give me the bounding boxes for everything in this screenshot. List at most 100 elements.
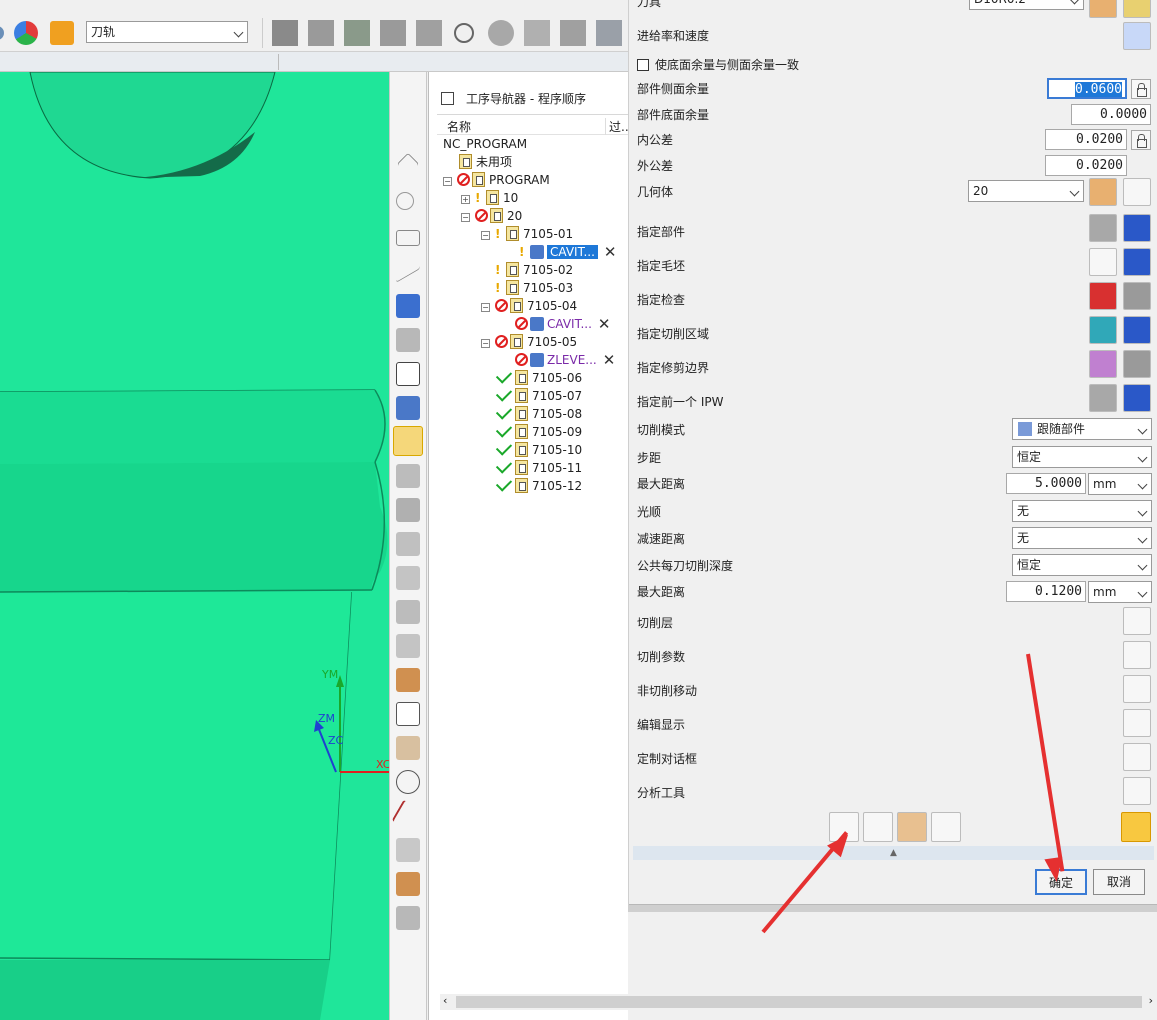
decel-select[interactable]: 无 <box>1012 527 1152 549</box>
max-distance-unit-select[interactable]: mm <box>1088 473 1152 495</box>
cutter-icon[interactable] <box>396 838 420 862</box>
layers-settings-icon[interactable] <box>272 20 298 46</box>
add-shape-icon[interactable] <box>380 20 406 46</box>
dialog-resize-grip[interactable] <box>629 904 1157 912</box>
tree-node-program[interactable]: − PROGRAM <box>443 171 550 189</box>
custom-dialog-icon[interactable] <box>1123 743 1151 771</box>
intol-input[interactable]: 0.0200 <box>1045 129 1127 150</box>
process-icon[interactable] <box>396 600 420 624</box>
verify-icon[interactable] <box>396 668 420 692</box>
list-toolpath-button[interactable] <box>931 812 961 842</box>
path-display-select[interactable]: 刀轨 <box>86 21 248 43</box>
scroll-right-icon[interactable]: › <box>1149 994 1153 1007</box>
rectangle-icon[interactable] <box>396 230 420 246</box>
ok-options-button[interactable] <box>1121 812 1151 842</box>
new-tool-icon[interactable] <box>1089 0 1117 18</box>
tree-node-cavit-1[interactable]: ! CAVIT... ✕ <box>519 243 617 261</box>
tree-node-7105-11[interactable]: 7105-11 <box>495 457 582 477</box>
tree-node-7105-09[interactable]: 7105-09 <box>495 421 582 441</box>
floor-allowance-input[interactable]: 0.0000 <box>1071 104 1151 125</box>
tree-node-7105-10[interactable]: 7105-10 <box>495 439 582 459</box>
cut-levels-icon[interactable] <box>1123 607 1151 635</box>
layers-icon[interactable] <box>308 20 334 46</box>
navigator-pin-checkbox[interactable] <box>441 92 454 105</box>
side-allowance-input[interactable]: 0.0600 <box>1047 78 1127 99</box>
collapse-toggle-icon[interactable]: − <box>461 213 470 222</box>
operation-nav-icon[interactable] <box>396 294 420 318</box>
same-allowance-checkbox[interactable] <box>637 59 649 71</box>
circle-line-icon[interactable] <box>396 192 414 210</box>
intol-lock-icon[interactable] <box>1131 130 1151 150</box>
geometry-select[interactable]: 20 <box>968 180 1084 202</box>
select-cut-area-icon[interactable] <box>1089 316 1117 344</box>
display-ipw-flashlight-icon[interactable] <box>1123 384 1151 412</box>
edit-display-icon[interactable] <box>1123 709 1151 737</box>
wrench-icon[interactable] <box>396 634 420 658</box>
verify-toolpath-button[interactable] <box>897 812 927 842</box>
display-check-flashlight-icon[interactable] <box>1123 282 1151 310</box>
select-blank-icon[interactable] <box>1089 248 1117 276</box>
collapse-toggle-icon[interactable]: − <box>481 339 490 348</box>
collapse-toggle-icon[interactable]: − <box>481 303 490 312</box>
display-part-flashlight-icon[interactable] <box>1123 214 1151 242</box>
select-check-icon[interactable] <box>1089 282 1117 310</box>
select-trim-icon[interactable] <box>1089 350 1117 378</box>
plus-icon[interactable] <box>396 152 420 176</box>
cancel-button[interactable]: 取消 <box>1093 869 1145 895</box>
partial-icon[interactable] <box>0 26 4 40</box>
tree-node-10[interactable]: +! 10 <box>461 189 518 207</box>
display-trim-flashlight-icon[interactable] <box>1123 350 1151 378</box>
select-part-icon[interactable] <box>1089 214 1117 242</box>
cut-params-icon[interactable] <box>1123 641 1151 669</box>
display-blank-flashlight-icon[interactable] <box>1123 248 1151 276</box>
history-icon[interactable] <box>396 566 420 590</box>
collapse-toggle-icon[interactable]: − <box>443 177 452 186</box>
tree-node-7105-03[interactable]: ! 7105-03 <box>495 279 573 297</box>
collapse-toggle-icon[interactable]: − <box>481 231 490 240</box>
tree-node-7105-04[interactable]: − 7105-04 <box>481 297 577 315</box>
tool-holder-icon[interactable] <box>396 872 420 896</box>
scroll-left-icon[interactable]: ‹ <box>443 994 447 1007</box>
tree-node-7105-08[interactable]: 7105-08 <box>495 403 582 423</box>
scrollbar-thumb[interactable] <box>456 996 1142 1008</box>
max-distance-input[interactable]: 5.0000 <box>1006 473 1086 494</box>
method-icon[interactable] <box>396 498 420 522</box>
tree-node-unused[interactable]: 未用项 <box>459 153 512 171</box>
max-distance2-input[interactable]: 0.1200 <box>1006 581 1086 602</box>
fan-icon[interactable] <box>396 736 420 760</box>
circle-icon[interactable] <box>454 23 474 43</box>
arrow-right-icon[interactable] <box>396 362 420 386</box>
expand-toggle-icon[interactable]: + <box>461 195 470 204</box>
select-ipw-icon[interactable] <box>1089 384 1117 412</box>
feed-speed-button[interactable] <box>1123 22 1151 50</box>
side-lock-icon[interactable] <box>1131 79 1151 99</box>
tree-node-zlevel[interactable]: ZLEVE... ✕ <box>515 351 615 369</box>
max-distance2-unit-select[interactable]: mm <box>1088 581 1152 603</box>
edit-tool-icon[interactable] <box>1123 0 1151 18</box>
display-cut-area-flashlight-icon[interactable] <box>1123 316 1151 344</box>
replay-toolpath-button[interactable] <box>863 812 893 842</box>
tree-node-cavit-2[interactable]: CAVIT... ✕ <box>515 315 611 333</box>
delete-x-icon[interactable]: ✕ <box>604 243 617 261</box>
tool-nav-icon[interactable] <box>396 328 420 352</box>
smooth-select[interactable]: 无 <box>1012 500 1152 522</box>
same-allowance-row[interactable]: 使底面余量与侧面余量一致 <box>637 57 799 73</box>
tool-shape-icon[interactable] <box>396 702 420 726</box>
col-name-header[interactable]: 名称 <box>447 118 471 135</box>
noncut-moves-icon[interactable] <box>1123 675 1151 703</box>
geometry-nav-icon[interactable] <box>396 396 420 420</box>
tree-node-7105-05[interactable]: − 7105-05 <box>481 333 577 351</box>
new-geometry-icon[interactable] <box>1089 178 1117 206</box>
tool-select[interactable]: D10R0.2 <box>969 0 1084 10</box>
gear-settings-icon[interactable] <box>50 21 74 45</box>
copy-icon[interactable] <box>524 20 550 46</box>
transform-icon[interactable] <box>416 20 442 46</box>
delete-x-icon[interactable]: ✕ <box>603 351 616 369</box>
program-order-icon[interactable] <box>393 426 423 456</box>
export-icon[interactable] <box>596 20 622 46</box>
curve-icon[interactable] <box>396 255 420 283</box>
path-curve-icon[interactable] <box>391 799 425 833</box>
tree-node-7105-06[interactable]: 7105-06 <box>495 367 582 387</box>
collapse-section-bar[interactable]: ▲ <box>633 846 1154 860</box>
tree-node-7105-12[interactable]: 7105-12 <box>495 475 582 495</box>
